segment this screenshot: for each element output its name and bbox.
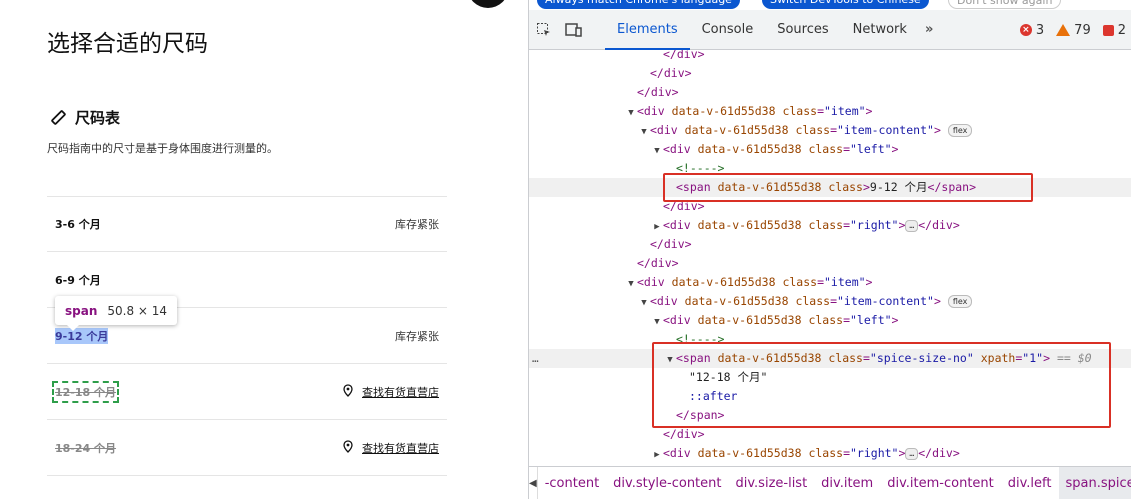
size-label-highlighted: 9-12 个月 bbox=[55, 327, 109, 344]
warning-count: 79 bbox=[1074, 22, 1091, 38]
dom-line[interactable]: ▶ <div data-v-61d55d38 class="right">… </d… bbox=[529, 444, 1131, 463]
location-pin-icon bbox=[343, 383, 353, 400]
page-title: 选择合适的尺码 bbox=[47, 31, 208, 57]
close-button[interactable] bbox=[468, 0, 508, 8]
dom-line[interactable]: </div> bbox=[529, 235, 1131, 254]
find-store-text: 查找有货直营店 bbox=[362, 441, 439, 455]
annotation-box bbox=[652, 342, 1111, 428]
devtools-panel: Always match Chrome's language Switch De… bbox=[528, 0, 1131, 499]
breadcrumb-item[interactable]: div.style-content bbox=[606, 476, 728, 491]
device-toolbar-icon[interactable] bbox=[559, 10, 589, 50]
size-chart-heading: 尺码表 bbox=[75, 109, 121, 127]
breadcrumb-item-current[interactable]: span.spice bbox=[1058, 467, 1131, 499]
flex-badge[interactable]: flex bbox=[947, 124, 973, 137]
breadcrumb-item[interactable]: div.left bbox=[1001, 476, 1059, 491]
dom-line[interactable]: </div> bbox=[529, 64, 1131, 83]
location-pin-icon bbox=[343, 439, 353, 456]
dom-line[interactable]: ▼ <div data-v-61d55d38 class="item"> bbox=[529, 102, 1131, 121]
error-count: 3 bbox=[1035, 22, 1045, 38]
more-tabs-icon[interactable]: » bbox=[919, 22, 939, 37]
tab-console[interactable]: Console bbox=[690, 10, 766, 50]
size-label-sold-out: 18-24 个月 bbox=[55, 441, 117, 455]
match-language-button[interactable]: Always match Chrome's language bbox=[537, 0, 740, 9]
breadcrumb-back-icon[interactable]: ◀ bbox=[529, 467, 538, 499]
size-option[interactable]: 3-6 个月 库存紧张 bbox=[47, 196, 447, 252]
breadcrumb-item[interactable]: div.item bbox=[814, 476, 880, 491]
devtools-tabbar: Elements Console Sources Network » × 3 79… bbox=[529, 10, 1131, 50]
size-chart-link[interactable]: 尺码表 bbox=[50, 107, 120, 128]
stock-status: 库存紧张 bbox=[395, 329, 439, 343]
size-list: 3-6 个月 库存紧张 6-9 个月 9-12 个月 库存紧张 12-18 个月… bbox=[47, 196, 447, 476]
size-option[interactable]: 18-24 个月 查找有货直营店 bbox=[47, 420, 447, 476]
error-icon: × bbox=[1019, 24, 1032, 36]
annotation-box bbox=[663, 173, 1033, 202]
breadcrumb: ◀ -content div.style-content div.size-li… bbox=[529, 466, 1131, 499]
ruler-icon bbox=[50, 109, 67, 126]
stock-status: 库存紧张 bbox=[395, 218, 439, 231]
dont-show-again-button[interactable]: Don't show again bbox=[948, 0, 1062, 9]
switch-language-button[interactable]: Switch DevTools to Chinese bbox=[762, 0, 929, 9]
size-chart-description: 尺码指南中的尺寸是基于身体围度进行测量的。 bbox=[47, 142, 278, 155]
dom-line[interactable]: ▶ <div data-v-61d55d38 class="right">… </d… bbox=[529, 216, 1131, 235]
breadcrumb-item[interactable]: div.size-list bbox=[729, 476, 815, 491]
dom-line[interactable]: ▼ <div data-v-61d55d38 class="item-conten… bbox=[529, 121, 1131, 140]
size-label: 3-6 个月 bbox=[55, 218, 101, 231]
ellipsis-badge[interactable]: … bbox=[905, 447, 919, 460]
inspect-element-icon[interactable] bbox=[529, 10, 559, 50]
dom-line[interactable]: ▼ <div data-v-61d55d38 class="item-conten… bbox=[529, 292, 1131, 311]
breadcrumb-item[interactable]: div.item-content bbox=[880, 476, 1001, 491]
size-label: 6-9 个月 bbox=[55, 273, 101, 287]
dom-line[interactable]: ▼ <div data-v-61d55d38 class="item"> bbox=[529, 273, 1131, 292]
dom-line[interactable]: </div> bbox=[529, 254, 1131, 273]
ellipsis-badge[interactable]: … bbox=[905, 219, 919, 232]
flex-badge[interactable]: flex bbox=[947, 295, 973, 308]
tab-elements[interactable]: Elements bbox=[605, 10, 690, 50]
product-page: 选择合适的尺码 尺码表 尺码指南中的尺寸是基于身体围度进行测量的。 3-6 个月… bbox=[0, 0, 528, 499]
dom-line[interactable]: ▼ <div data-v-61d55d38 class="left"> bbox=[529, 311, 1131, 330]
dom-tree: </div> </div> </div> ▼ <div data-v-61d55d… bbox=[529, 50, 1131, 466]
size-option[interactable]: 12-18 个月 查找有货直营店 bbox=[47, 364, 447, 420]
language-infobar: Always match Chrome's language Switch De… bbox=[529, 0, 1131, 10]
dom-line[interactable]: </div> bbox=[529, 83, 1131, 102]
tab-sources[interactable]: Sources bbox=[765, 10, 840, 50]
find-store-link[interactable]: 查找有货直营店 bbox=[343, 383, 439, 400]
dom-line[interactable]: ▼ <div data-v-61d55d38 class="left"> bbox=[529, 140, 1131, 159]
issue-counters[interactable]: × 3 79 2 bbox=[1019, 10, 1126, 50]
gutter-menu-icon[interactable]: … bbox=[532, 349, 539, 368]
size-label-sold-out: 12-18 个月 bbox=[51, 380, 120, 403]
issue-count: 2 bbox=[1117, 22, 1126, 38]
find-store-link[interactable]: 查找有货直营店 bbox=[343, 439, 439, 456]
find-store-text: 查找有货直营店 bbox=[362, 385, 439, 399]
tooltip-tag: span bbox=[65, 303, 98, 318]
tooltip-dimensions: 50.8 × 14 bbox=[107, 303, 168, 318]
inspect-tooltip: span 50.8 × 14 bbox=[55, 296, 178, 331]
tab-network[interactable]: Network bbox=[841, 10, 919, 50]
breadcrumb-item[interactable]: -content bbox=[538, 476, 606, 491]
issue-icon bbox=[1102, 24, 1114, 36]
collapsed-arrow-icon: ▶ bbox=[654, 450, 660, 460]
dom-line[interactable]: </div> bbox=[529, 50, 1131, 64]
warning-icon bbox=[1056, 24, 1071, 36]
